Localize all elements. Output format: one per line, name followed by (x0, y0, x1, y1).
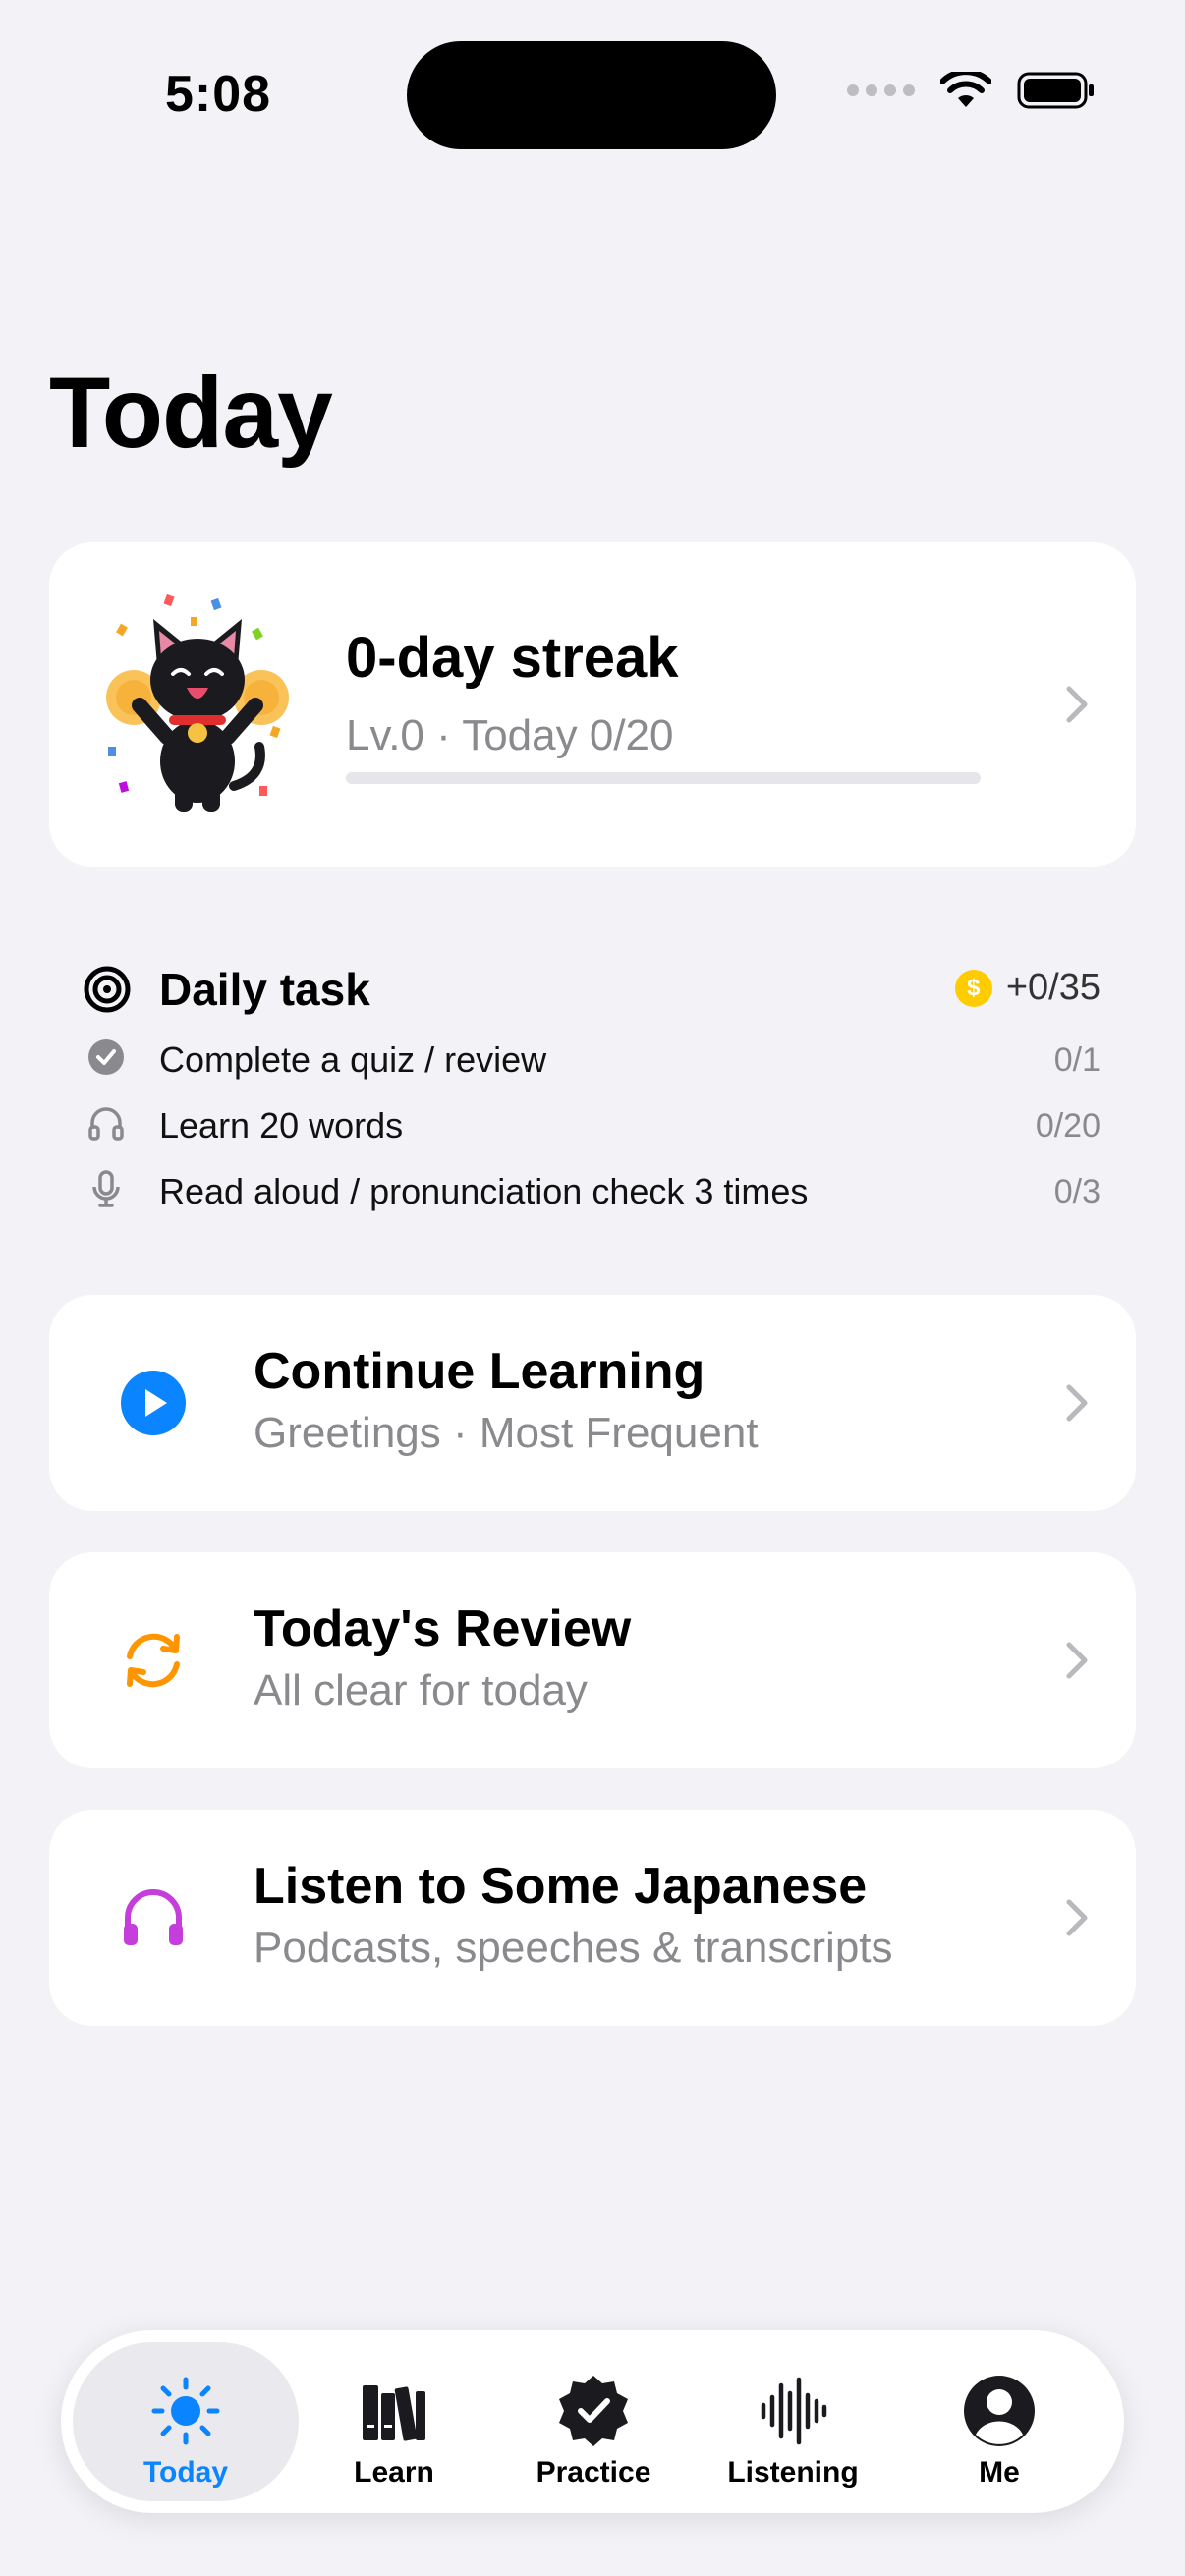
daily-task-reward: $ +0/35 (954, 967, 1100, 1009)
streak-title: 0-day streak (346, 626, 679, 690)
daily-task-header: Daily task $ +0/35 (83, 955, 1100, 1024)
streak-card[interactable]: 0-day streak Lv.0 · Today 0/20 (49, 542, 1136, 867)
headphones-icon (124, 1889, 183, 1945)
task-row: Read aloud / pronunciation check 3 times… (83, 1155, 1100, 1221)
tab-today[interactable]: Today (73, 2342, 299, 2501)
chevron-right-icon (1066, 686, 1088, 723)
microphone-icon (92, 1170, 120, 1207)
status-indicators (847, 71, 1096, 110)
task-label: Complete a quiz / review (159, 1039, 547, 1080)
books-icon (363, 2385, 425, 2441)
page-title: Today (49, 357, 333, 469)
task-count: 0/3 (1053, 1173, 1100, 1210)
sun-icon (151, 2377, 220, 2445)
task-label: Read aloud / pronunciation check 3 times (159, 1171, 809, 1211)
checkmark-seal-icon (559, 2376, 628, 2446)
task-row: Complete a quiz / review 0/1 (83, 1024, 1100, 1090)
play-circle-icon (121, 1371, 186, 1435)
chevron-right-icon (1066, 1642, 1088, 1679)
listen-japanese-subtitle: Podcasts, speeches & transcripts (254, 1924, 893, 1972)
tab-listening[interactable]: Listening (680, 2342, 906, 2501)
tab-label: Me (979, 2456, 1020, 2489)
daily-task-section: Daily task $ +0/35 Complete a quiz / rev… (83, 955, 1100, 1221)
streak-subtitle: Lv.0 · Today 0/20 (346, 711, 674, 759)
tab-me[interactable]: Me (886, 2342, 1112, 2501)
checkmark-circle-icon (88, 1039, 124, 1075)
daily-task-title: Daily task (159, 964, 370, 1015)
status-time: 5:08 (165, 66, 272, 123)
tab-bar: Today Learn Practice Listening Me (61, 2330, 1124, 2513)
streak-progress-bar (346, 772, 981, 784)
cellular-signal-icon (847, 84, 915, 96)
task-label: Learn 20 words (159, 1105, 404, 1146)
todays-review-card[interactable]: Today's Review All clear for today (49, 1552, 1136, 1768)
task-count: 0/1 (1053, 1041, 1100, 1079)
coin-icon: $ (954, 969, 992, 1007)
reward-count: +0/35 (1005, 967, 1100, 1008)
headphones-icon (88, 1107, 124, 1141)
listen-japanese-title: Listen to Some Japanese (254, 1858, 868, 1915)
waveform-icon (761, 2377, 827, 2445)
today-screen: 5:08 Today 0-day streak Lv.0 · Today 0/2… (0, 0, 1185, 2576)
person-circle-icon (964, 2376, 1035, 2446)
listen-japanese-card[interactable]: Listen to Some Japanese Podcasts, speech… (49, 1810, 1136, 2026)
continue-learning-title: Continue Learning (254, 1343, 705, 1400)
task-count: 0/20 (1035, 1107, 1100, 1145)
tab-label: Today (142, 2456, 229, 2489)
todays-review-subtitle: All clear for today (254, 1666, 588, 1714)
tab-label: Learn (354, 2456, 434, 2489)
continue-learning-subtitle: Greetings · Most Frequent (254, 1409, 759, 1457)
refresh-icon (127, 1633, 180, 1688)
target-icon (84, 966, 131, 1013)
tab-label: Listening (727, 2456, 859, 2489)
chevron-right-icon (1066, 1384, 1088, 1422)
task-row: Learn 20 words 0/20 (83, 1090, 1100, 1155)
todays-review-title: Today's Review (254, 1600, 632, 1657)
tab-practice[interactable]: Practice (480, 2342, 706, 2501)
tab-learn[interactable]: Learn (281, 2342, 507, 2501)
battery-icon (1017, 72, 1094, 109)
dynamic-island (407, 41, 776, 149)
cheering-cat-mascot (106, 593, 289, 812)
continue-learning-card[interactable]: Continue Learning Greetings · Most Frequ… (49, 1295, 1136, 1511)
wifi-icon (940, 72, 991, 107)
tab-label: Practice (536, 2456, 651, 2489)
chevron-right-icon (1066, 1899, 1088, 1936)
